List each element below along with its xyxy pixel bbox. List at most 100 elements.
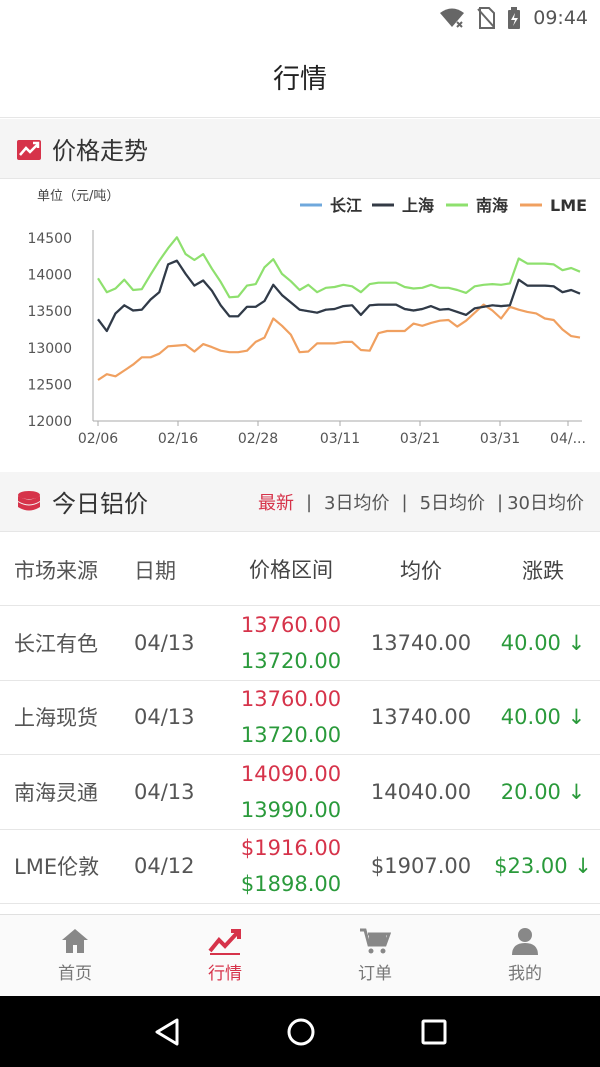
- nav-label-profile: 我的: [508, 964, 542, 984]
- table-row[interactable]: 上海现货 04/13 13760.00 13720.00 13740.00 40…: [0, 681, 600, 755]
- y-tick-label: 12000: [27, 414, 72, 430]
- series-line-1: [97, 259, 581, 333]
- home-icon: [62, 929, 88, 953]
- x-tick-label: 02/28: [238, 431, 278, 447]
- x-tick-label: 03/11: [320, 431, 360, 447]
- table-row[interactable]: 南海灵通 04/13 14090.00 13990.00 14040.00 20…: [0, 755, 600, 830]
- back-icon[interactable]: [153, 1017, 181, 1047]
- nav-item-orders[interactable]: 订单: [300, 915, 450, 996]
- page-title: 行情: [273, 64, 327, 95]
- x-tick-label: 04/...: [550, 431, 586, 447]
- nav-label-market: 行情: [208, 964, 242, 984]
- series-line-2: [97, 236, 581, 299]
- price-range: 13760.00 13720.00: [226, 607, 356, 679]
- price-range: $1916.00 $1898.00: [226, 830, 356, 902]
- tab-3day-avg[interactable]: 3日均价: [324, 489, 389, 515]
- price-change: 40.00 ↓: [500, 630, 586, 655]
- legend-label: LME: [550, 196, 587, 215]
- col-header-change: 涨跌: [522, 558, 564, 583]
- x-tick-label: 03/21: [400, 431, 440, 447]
- series-line-0: [97, 259, 581, 333]
- battery-icon: [508, 7, 521, 29]
- x-tick-label: 02/16: [158, 431, 198, 447]
- price-date: 04/13: [134, 779, 195, 804]
- price-low: 13990.00: [240, 797, 342, 822]
- tab-separator: |: [497, 491, 504, 513]
- price-low: 13720.00: [240, 723, 342, 748]
- app-header: 行情: [0, 36, 600, 118]
- price-table: 市场来源 日期 价格区间 均价 涨跌 长江有色 04/13 13760.00 1…: [0, 534, 600, 904]
- table-row[interactable]: 长江有色 04/13 13760.00 13720.00 13740.00 40…: [0, 606, 600, 681]
- price-range: 14090.00 13990.00: [226, 756, 356, 828]
- tab-separator: |: [401, 491, 408, 513]
- tab-5day-avg[interactable]: 5日均价: [420, 489, 485, 515]
- price-avg: 14040.00: [370, 779, 472, 804]
- nav-label-orders: 订单: [358, 964, 392, 984]
- coins-icon: [18, 490, 40, 510]
- price-avg: $1907.00: [370, 854, 472, 879]
- col-header-date: 日期: [134, 558, 176, 583]
- trend-chart-icon: [17, 139, 41, 160]
- price-avg: 13740.00: [370, 630, 472, 655]
- user-icon: [512, 928, 538, 955]
- price-high: 13760.00: [240, 687, 342, 712]
- tab-30day-avg[interactable]: 30日均价: [507, 489, 584, 515]
- price-high: 13760.00: [240, 612, 342, 637]
- price-change: $23.00 ↓: [494, 854, 592, 879]
- recents-icon[interactable]: [421, 1019, 447, 1045]
- price-trend-chart[interactable]: 单位（元/吨） 12000 12500 13000 13500 14000 14500 02/…: [0, 180, 600, 472]
- market-name: 南海灵通: [14, 780, 98, 805]
- tab-separator: |: [305, 491, 313, 513]
- price-high: $1916.00: [240, 836, 342, 861]
- legend-label: 上海: [402, 196, 434, 215]
- y-tick-label: 13000: [27, 341, 72, 357]
- nav-item-profile[interactable]: 我的: [450, 915, 600, 996]
- x-tick-label: 03/31: [480, 431, 520, 447]
- price-date: 04/13: [134, 705, 195, 730]
- price-range: 13760.00 13720.00: [226, 681, 356, 753]
- trend-icon: [208, 929, 241, 955]
- price-change: 20.00 ↓: [500, 779, 586, 804]
- trend-section-title: 价格走势: [52, 137, 148, 165]
- market-name: 上海现货: [14, 706, 98, 731]
- status-time: 09:44: [533, 7, 588, 29]
- cart-icon: [360, 928, 391, 954]
- price-change: 40.00 ↓: [500, 705, 586, 730]
- wifi-icon: [440, 8, 465, 28]
- tab-latest[interactable]: 最新: [258, 489, 294, 515]
- average-tabs: 最新 | 3日均价 | 5日均价 | 30日均价: [258, 472, 584, 532]
- price-date: 04/12: [134, 854, 195, 879]
- status-bar: 09:44: [0, 0, 600, 36]
- y-tick-label: 14500: [27, 231, 72, 247]
- x-tick-label: 02/06: [78, 431, 118, 447]
- price-date: 04/13: [134, 630, 195, 655]
- price-low: $1898.00: [240, 872, 342, 897]
- nav-item-market[interactable]: 行情: [150, 915, 300, 996]
- col-header-range: 价格区间: [249, 557, 333, 582]
- bottom-nav: 首页 行情 订单 我的: [0, 914, 600, 996]
- home-circle-icon[interactable]: [286, 1017, 316, 1047]
- price-avg: 13740.00: [370, 705, 472, 730]
- y-tick-label: 13500: [27, 304, 72, 320]
- system-nav-bar: [0, 996, 600, 1067]
- table-row[interactable]: LME伦敦 04/12 $1916.00 $1898.00 $1907.00 $…: [0, 830, 600, 904]
- nav-item-home[interactable]: 首页: [0, 915, 150, 996]
- legend-label: 南海: [476, 196, 508, 215]
- today-section-header: 今日铝价 最新 | 3日均价 | 5日均价 | 30日均价: [0, 472, 600, 532]
- price-high: 14090.00: [240, 761, 342, 786]
- col-header-market: 市场来源: [14, 558, 98, 583]
- y-tick-label: 12500: [27, 377, 72, 393]
- legend-label: 长江: [330, 196, 362, 215]
- table-header-row: 市场来源 日期 价格区间 均价 涨跌: [0, 534, 600, 606]
- price-trend-svg: 单位（元/吨） 12000 12500 13000 13500 14000 14500 02/…: [27, 189, 587, 447]
- trend-section-header: 价格走势: [0, 119, 600, 179]
- nav-label-home: 首页: [58, 964, 92, 984]
- series-line-3: [97, 303, 581, 381]
- market-name: 长江有色: [14, 631, 98, 656]
- no-sim-icon: [477, 7, 496, 29]
- market-name: LME伦敦: [14, 855, 100, 880]
- price-low: 13720.00: [240, 648, 342, 673]
- col-header-avg: 均价: [400, 558, 442, 583]
- y-unit-label: 单位（元/吨）: [37, 189, 119, 204]
- y-tick-label: 14000: [27, 268, 72, 284]
